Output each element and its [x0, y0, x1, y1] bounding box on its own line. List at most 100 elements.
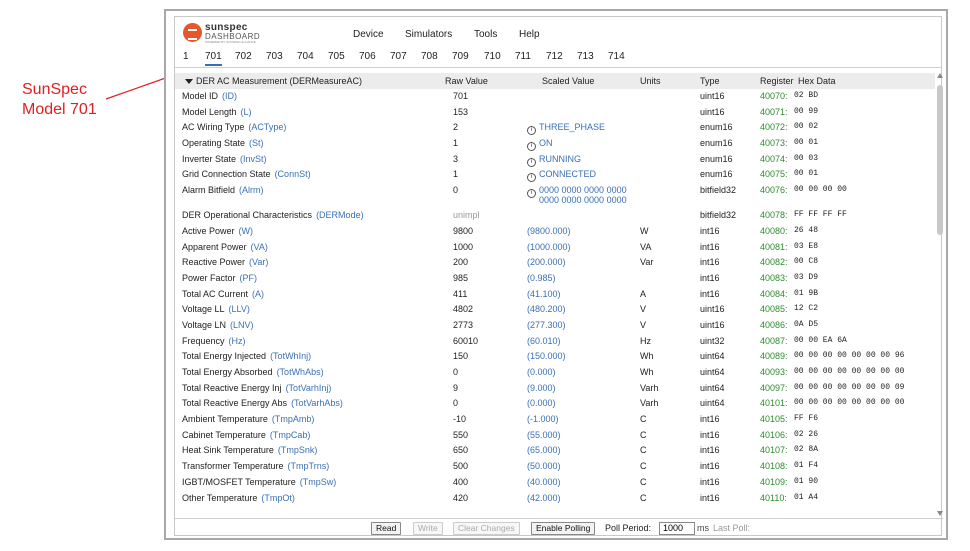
scaled-value-text: (150.000): [527, 351, 566, 362]
enable-polling-button[interactable]: Enable Polling: [531, 522, 596, 535]
group-header[interactable]: DER AC Measurement (DERMeasureAC): [185, 76, 362, 86]
data-type: enum16: [700, 138, 733, 149]
scaled-value: (65.000): [527, 445, 561, 455]
tab-711[interactable]: 711: [515, 51, 531, 62]
point-id: (VA): [250, 241, 268, 252]
raw-value[interactable]: 985: [453, 273, 468, 283]
scaled-value: (40.000): [527, 477, 561, 487]
table-row: Total Reactive Energy Inj (TotVarhInj) 9 (9…: [175, 381, 935, 397]
tab-703[interactable]: 703: [266, 51, 283, 62]
raw-value[interactable]: 1: [453, 169, 458, 179]
tab-709[interactable]: 709: [452, 51, 469, 62]
units: C: [640, 461, 647, 472]
point-id: (L): [240, 106, 252, 117]
tab-705[interactable]: 705: [328, 51, 345, 62]
scaled-value: i ON: [527, 138, 553, 152]
point-name: Total Energy Absorbed (TotWhAbs): [182, 367, 324, 377]
raw-value[interactable]: 400: [453, 477, 468, 487]
register-address: 40097:: [760, 382, 788, 393]
tab-704[interactable]: 704: [297, 51, 314, 62]
scaled-value: (0.000): [527, 367, 556, 377]
point-label: Grid Connection State: [182, 169, 271, 180]
raw-value[interactable]: 0: [453, 185, 458, 195]
raw-value[interactable]: 0: [453, 367, 458, 377]
vertical-scrollbar[interactable]: [936, 73, 944, 516]
tab-708[interactable]: 708: [421, 51, 438, 62]
data-type: enum16: [700, 169, 733, 180]
raw-value[interactable]: 150: [453, 351, 468, 361]
info-icon[interactable]: i: [527, 157, 536, 167]
tab-714[interactable]: 714: [608, 51, 625, 62]
raw-value[interactable]: 153: [453, 107, 468, 117]
point-name: Voltage LL (LLV): [182, 304, 250, 314]
raw-value[interactable]: 411: [453, 289, 467, 299]
tab-712[interactable]: 712: [546, 51, 563, 62]
raw-value[interactable]: -10: [453, 414, 466, 424]
scroll-thumb[interactable]: [937, 85, 943, 235]
raw-value[interactable]: 550: [453, 430, 468, 440]
data-type: int16: [700, 288, 720, 299]
info-icon[interactable]: i: [527, 142, 536, 152]
point-name: DER Operational Characteristics (DERMode): [182, 210, 364, 220]
raw-value[interactable]: 4802: [453, 304, 473, 314]
tab-707[interactable]: 707: [390, 51, 407, 62]
raw-value[interactable]: 200: [453, 257, 468, 267]
tab-702[interactable]: 702: [235, 51, 252, 62]
raw-value[interactable]: 500: [453, 461, 468, 471]
scaled-value: (150.000): [527, 351, 566, 361]
point-id: (TotWhInj): [270, 351, 312, 362]
table-row: Frequency (Hz) 60010 (60.010) Hz uint32 40087:…: [175, 334, 935, 350]
point-name: Ambient Temperature (TmpAmb): [182, 414, 314, 424]
raw-value[interactable]: 1: [453, 138, 458, 148]
raw-value[interactable]: 9800: [453, 226, 473, 236]
register-address: 40075:: [760, 169, 788, 180]
raw-value[interactable]: 701: [453, 91, 468, 101]
scaled-value-text: (480.200): [527, 304, 566, 315]
raw-value[interactable]: 3: [453, 154, 458, 164]
poll-period-input[interactable]: 1000: [659, 522, 695, 535]
raw-value[interactable]: 650: [453, 445, 468, 455]
menu-help[interactable]: Help: [519, 29, 540, 40]
info-icon[interactable]: i: [527, 126, 536, 136]
info-icon[interactable]: i: [527, 189, 536, 199]
raw-value[interactable]: 2: [453, 122, 458, 132]
point-id: (TotVarhInj): [285, 382, 332, 393]
scroll-down-arrow-icon[interactable]: [937, 511, 943, 516]
menu-tools[interactable]: Tools: [474, 29, 497, 40]
scroll-up-arrow-icon[interactable]: [937, 73, 943, 78]
units: A: [640, 288, 647, 299]
group-label: DER AC Measurement (DERMeasureAC): [196, 76, 363, 86]
table-row: Transformer Temperature (TmpTrns) 500 (50.0…: [175, 459, 935, 475]
register-address: 40106:: [760, 429, 788, 440]
info-icon[interactable]: i: [527, 173, 536, 183]
write-button[interactable]: Write: [413, 522, 443, 535]
raw-value[interactable]: 60010: [453, 336, 478, 346]
raw-value[interactable]: 0: [453, 398, 458, 408]
scaled-value: (50.000): [527, 461, 561, 471]
tab-1[interactable]: 1: [183, 51, 189, 62]
point-id: (PF): [239, 272, 258, 283]
read-button[interactable]: Read: [371, 522, 402, 535]
menu-simulators[interactable]: Simulators: [405, 29, 452, 40]
scaled-value: (9.000): [527, 383, 556, 393]
point-name: Apparent Power (VA): [182, 242, 268, 252]
hex-data: 00 00 00 00 00 00 00 00: [794, 367, 905, 376]
point-id: (Hz): [228, 335, 246, 346]
tab-710[interactable]: 710: [484, 51, 501, 62]
raw-value[interactable]: 420: [453, 493, 468, 503]
menu-device[interactable]: Device: [353, 29, 384, 40]
raw-value[interactable]: 2773: [453, 320, 473, 330]
tab-701[interactable]: 701: [205, 51, 222, 66]
raw-value[interactable]: unimpl: [453, 210, 480, 220]
scaled-value: (1000.000): [527, 242, 571, 252]
hex-data: 02 26: [794, 429, 819, 439]
point-label: Heat Sink Temperature: [182, 445, 274, 456]
tab-706[interactable]: 706: [359, 51, 376, 62]
raw-value[interactable]: 1000: [453, 242, 473, 252]
tab-713[interactable]: 713: [577, 51, 594, 62]
hex-data: 00 99: [794, 106, 819, 116]
logo-tagline: POWERED BY SUNSPEC ALLIANCE: [205, 40, 256, 44]
raw-value[interactable]: 9: [453, 383, 458, 393]
table-row: Reactive Power (Var) 200 (200.000) Var int16 4…: [175, 255, 935, 271]
clear-changes-button[interactable]: Clear Changes: [453, 522, 520, 535]
